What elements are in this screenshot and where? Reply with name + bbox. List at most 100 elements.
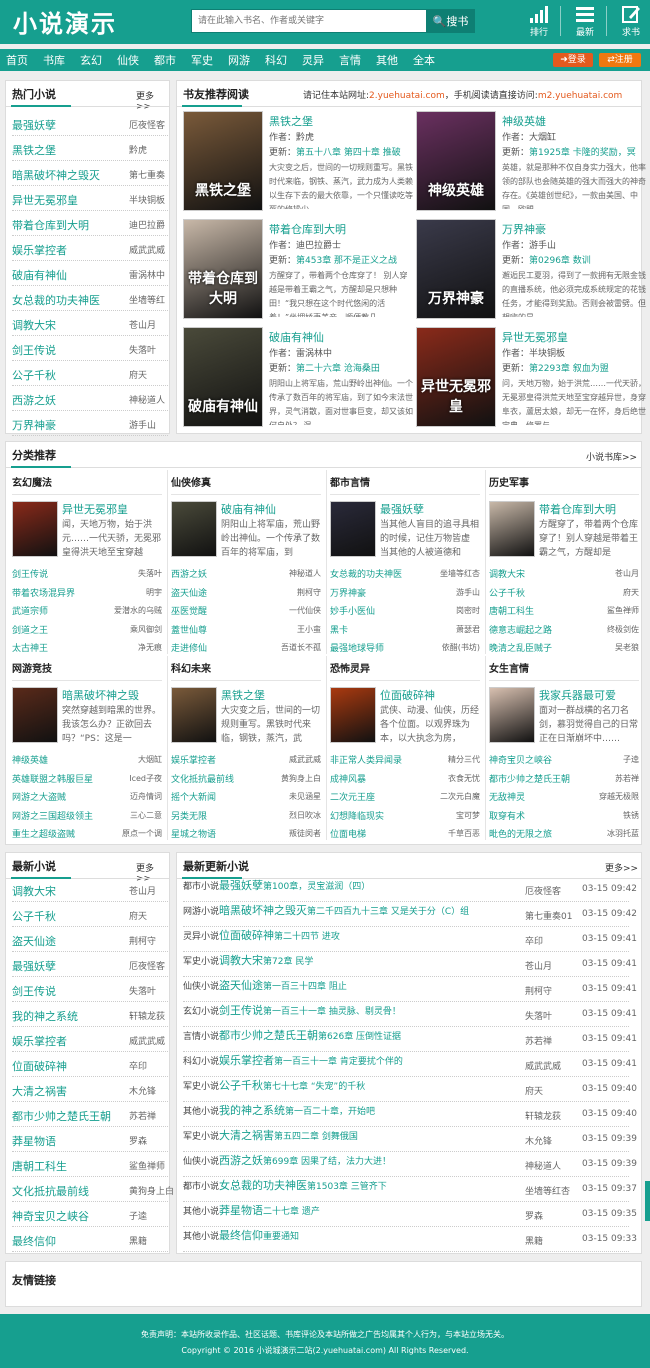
novel-title-link[interactable]: 最强妖孽 xyxy=(219,879,263,892)
nav-item-complete[interactable]: 全本 xyxy=(413,52,435,68)
novel-title-link[interactable]: 取穿有术 xyxy=(489,809,525,822)
book-title-link[interactable]: 黑铁之堡 xyxy=(221,687,265,703)
novel-title-link[interactable]: 神级英雄 xyxy=(12,753,48,766)
novel-title-link[interactable]: 暗黑破坏神之毁灭 xyxy=(12,167,100,183)
novel-title-link[interactable]: 盗天仙途 xyxy=(219,979,263,992)
category-link[interactable]: 其他小说 xyxy=(183,1107,219,1117)
chapter-link[interactable]: 第一百三十一章 抽灵脉、剔灵骨！ xyxy=(263,1007,401,1017)
chapter-link[interactable]: 第626章 压倒性证据 xyxy=(318,1032,401,1042)
novel-title-link[interactable]: 万界神豪 xyxy=(12,417,56,433)
novel-title-link[interactable]: 娱乐掌控者 xyxy=(171,753,216,766)
register-button[interactable]: ⇄注册 xyxy=(599,53,641,67)
book-cover[interactable]: 带着仓库到大明 xyxy=(183,219,263,319)
novel-title-link[interactable]: 重生之超级盗贼 xyxy=(12,827,75,840)
novel-title-link[interactable]: 调教大宋 xyxy=(12,883,56,899)
site-logo[interactable]: 小说演示 xyxy=(13,4,117,39)
novel-title-link[interactable]: 最终信仰 xyxy=(12,1233,56,1249)
novel-title-link[interactable]: 都市少帅之楚氏王朝 xyxy=(12,1108,111,1124)
nav-item-scifi[interactable]: 科幻 xyxy=(265,52,287,68)
book-cover[interactable] xyxy=(171,501,217,557)
novel-title-link[interactable]: 黑卡 xyxy=(330,623,348,636)
novel-title-link[interactable]: 调教大宋 xyxy=(489,567,525,580)
novel-title-link[interactable]: 另类无限 xyxy=(171,809,207,822)
book-cover[interactable] xyxy=(12,687,58,743)
book-cover[interactable]: 异世无冕邪皇 xyxy=(416,327,496,427)
category-link[interactable]: 科幻小说 xyxy=(183,1057,219,1067)
novel-title-link[interactable]: 娱乐掌控者 xyxy=(219,1054,274,1067)
category-link[interactable]: 军史小说 xyxy=(183,1082,219,1092)
book-title-link[interactable]: 最强妖孽 xyxy=(380,501,424,517)
novel-title-link[interactable]: 都市少帅之楚氏王朝 xyxy=(489,772,570,785)
novel-title-link[interactable]: 公子千秋 xyxy=(12,908,56,924)
novel-title-link[interactable]: 西游之妖 xyxy=(171,567,207,580)
novel-title-link[interactable]: 网游之三国超级领主 xyxy=(12,809,93,822)
nav-item-xianxia[interactable]: 仙侠 xyxy=(117,52,139,68)
book-cover[interactable]: 黑铁之堡 xyxy=(183,111,263,211)
novel-title-link[interactable]: 带着仓库到大明 xyxy=(12,217,89,233)
category-link[interactable]: 网游小说 xyxy=(183,907,219,917)
book-title-link[interactable]: 神级英雄 xyxy=(502,113,546,129)
novel-title-link[interactable]: 娱乐掌控者 xyxy=(12,242,67,258)
chapter-link[interactable]: 第一百二十章，开始吧 xyxy=(285,1107,375,1117)
book-title-link[interactable]: 异世无冕邪皇 xyxy=(502,329,568,345)
novel-title-link[interactable]: 唐朝工科生 xyxy=(12,1158,67,1174)
novel-title-link[interactable]: 万界神豪 xyxy=(330,586,366,599)
book-cover[interactable]: 破庙有神仙 xyxy=(183,327,263,427)
novel-title-link[interactable]: 英雄联盟之韩服巨星 xyxy=(12,772,93,785)
latest-chapter-link[interactable]: 第0296章 数训 xyxy=(529,256,591,266)
latest-chapter-link[interactable]: 第五十八章 第四十章 推破 xyxy=(296,148,401,158)
book-cover[interactable] xyxy=(330,687,376,743)
chapter-link[interactable]: 第五四二章 剑舞俄国 xyxy=(274,1132,358,1142)
latest-button[interactable]: 最新 xyxy=(567,5,603,38)
novel-title-link[interactable]: 成神风暴 xyxy=(330,772,366,785)
novel-title-link[interactable]: 最强地球导师 xyxy=(330,641,384,654)
novel-title-link[interactable]: 巫医觉醒 xyxy=(171,604,207,617)
book-title-link[interactable]: 黑铁之堡 xyxy=(269,113,313,129)
category-link[interactable]: 都市小说 xyxy=(183,882,219,892)
nav-item-game[interactable]: 网游 xyxy=(228,52,250,68)
novel-title-link[interactable]: 莽星物语 xyxy=(219,1204,263,1217)
nav-item-library[interactable]: 书库 xyxy=(43,52,65,68)
novel-title-link[interactable]: 星城之物语 xyxy=(171,827,216,840)
book-title-link[interactable]: 破庙有神仙 xyxy=(221,501,276,517)
rank-button[interactable]: 排行 xyxy=(521,5,557,38)
novel-title-link[interactable]: 暗黑破坏神之毁灭 xyxy=(219,904,307,917)
novel-title-link[interactable]: 都市少帅之楚氏王朝 xyxy=(219,1029,318,1042)
book-cover[interactable] xyxy=(171,687,217,743)
novel-title-link[interactable]: 公子千秋 xyxy=(489,586,525,599)
chapter-link[interactable]: 第七十七章 “失宠”的千秋 xyxy=(263,1082,365,1092)
category-link[interactable]: 军史小说 xyxy=(183,1132,219,1142)
nav-item-urban[interactable]: 都市 xyxy=(154,52,176,68)
novel-title-link[interactable]: 幻想降临现实 xyxy=(330,809,384,822)
novel-title-link[interactable]: 莽星物语 xyxy=(12,1133,56,1149)
novel-title-link[interactable]: 剑王传说 xyxy=(219,1004,263,1017)
nav-item-other[interactable]: 其他 xyxy=(376,52,398,68)
mobile-url-link[interactable]: m2.yuehuatai.com xyxy=(538,91,622,101)
book-cover[interactable] xyxy=(489,687,535,743)
novel-title-link[interactable]: 最强妖孽 xyxy=(12,958,56,974)
nav-item-romance[interactable]: 言情 xyxy=(339,52,361,68)
novel-title-link[interactable]: 网游之大盗贼 xyxy=(12,790,66,803)
chapter-link[interactable]: 第二十四节 进攻 xyxy=(274,932,340,942)
book-title-link[interactable]: 万界神豪 xyxy=(502,221,546,237)
book-title-link[interactable]: 异世无冕邪皇 xyxy=(62,501,128,517)
category-link[interactable]: 玄幻小说 xyxy=(183,1007,219,1017)
novel-title-link[interactable]: 位面破碎神 xyxy=(219,929,274,942)
novel-title-link[interactable]: 神奇宝贝之峡谷 xyxy=(489,753,552,766)
chapter-link[interactable]: 重要通知 xyxy=(263,1232,299,1242)
side-scroll-tab[interactable] xyxy=(645,1181,650,1221)
novel-title-link[interactable]: 最强妖孽 xyxy=(12,117,56,133)
site-url-link[interactable]: 2.yuehuatai.com xyxy=(369,91,445,101)
category-link[interactable]: 言情小说 xyxy=(183,1032,219,1042)
novel-title-link[interactable]: 位面破碎神 xyxy=(12,1058,67,1074)
category-link[interactable]: 都市小说 xyxy=(183,1182,219,1192)
category-link[interactable]: 其他小说 xyxy=(183,1207,219,1217)
novel-title-link[interactable]: 带着农场混异界 xyxy=(12,586,75,599)
chapter-link[interactable]: 第二千四百九十三章 又是关于分（C）组 xyxy=(307,907,469,917)
novel-title-link[interactable]: 非正常人类异闻录 xyxy=(330,753,402,766)
novel-title-link[interactable]: 无敌神灵 xyxy=(489,790,525,803)
novel-title-link[interactable]: 毗色的无限之旅 xyxy=(489,827,552,840)
latest-chapter-link[interactable]: 第453章 那不是正义之战 xyxy=(296,256,397,266)
novel-title-link[interactable]: 剑王传说 xyxy=(12,983,56,999)
novel-title-link[interactable]: 娱乐掌控者 xyxy=(12,1033,67,1049)
